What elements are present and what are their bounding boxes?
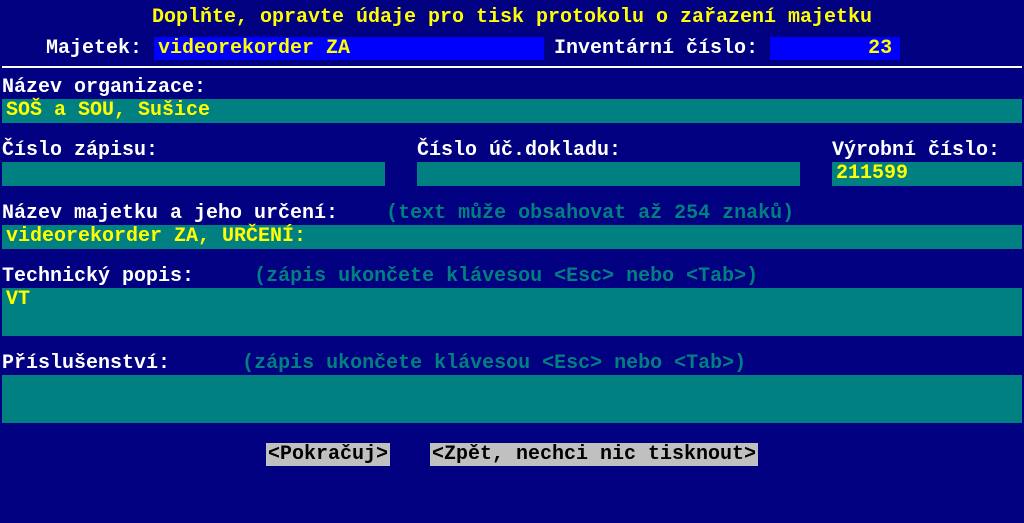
popis-hint: (zápis ukončete klávesou <Esc> nebo <Tab… bbox=[254, 265, 758, 288]
numbers-row: Číslo zápisu: Číslo úč.dokladu: Výrobní … bbox=[0, 139, 1024, 186]
doklad-label: Číslo úč.dokladu: bbox=[417, 139, 800, 162]
org-section: Název organizace: SOŠ a SOU, Sušice bbox=[0, 76, 1024, 123]
prislusenstvi-section: Příslušenství: (zápis ukončete klávesou … bbox=[0, 352, 1024, 423]
zapis-col: Číslo zápisu: bbox=[2, 139, 385, 186]
nazev-label: Název majetku a jeho určení: bbox=[2, 202, 338, 225]
prislusenstvi-input[interactable] bbox=[2, 375, 1022, 423]
vyrobni-input[interactable]: 211599 bbox=[832, 162, 1022, 186]
zapis-label: Číslo zápisu: bbox=[2, 139, 385, 162]
vyrobni-label: Výrobní číslo: bbox=[832, 139, 1022, 162]
prislusenstvi-label: Příslušenství: bbox=[2, 352, 170, 375]
vyrobni-col: Výrobní číslo: 211599 bbox=[832, 139, 1022, 186]
org-input[interactable]: SOŠ a SOU, Sušice bbox=[2, 99, 1022, 123]
zapis-input[interactable] bbox=[2, 162, 385, 186]
continue-button[interactable]: <Pokračuj> bbox=[266, 443, 390, 466]
doklad-input[interactable] bbox=[417, 162, 800, 186]
back-button[interactable]: <Zpět, nechci nic tisknout> bbox=[430, 443, 758, 466]
page-title: Doplňte, opravte údaje pro tisk protokol… bbox=[0, 0, 1024, 33]
majetek-value[interactable]: videorekorder ZA bbox=[154, 37, 544, 60]
inventory-value[interactable]: 23 bbox=[770, 37, 900, 60]
popis-input[interactable]: VT bbox=[2, 288, 1022, 336]
button-row: <Pokračuj> <Zpět, nechci nic tisknout> bbox=[0, 443, 1024, 466]
inventory-label: Inventární číslo: bbox=[544, 37, 758, 60]
doklad-col: Číslo úč.dokladu: bbox=[417, 139, 800, 186]
header-row: Majetek: videorekorder ZA Inventární čís… bbox=[0, 33, 1024, 66]
divider bbox=[2, 66, 1022, 68]
nazev-input[interactable]: videorekorder ZA, URČENÍ: bbox=[2, 225, 1022, 249]
popis-section: Technický popis: (zápis ukončete kláveso… bbox=[0, 265, 1024, 336]
prislusenstvi-hint: (zápis ukončete klávesou <Esc> nebo <Tab… bbox=[242, 352, 746, 375]
popis-label: Technický popis: bbox=[2, 265, 194, 288]
org-label: Název organizace: bbox=[2, 76, 1022, 99]
nazev-hint: (text může obsahovat až 254 znaků) bbox=[386, 202, 794, 225]
nazev-section: Název majetku a jeho určení: (text může … bbox=[0, 202, 1024, 249]
majetek-label: Majetek: bbox=[0, 37, 142, 60]
